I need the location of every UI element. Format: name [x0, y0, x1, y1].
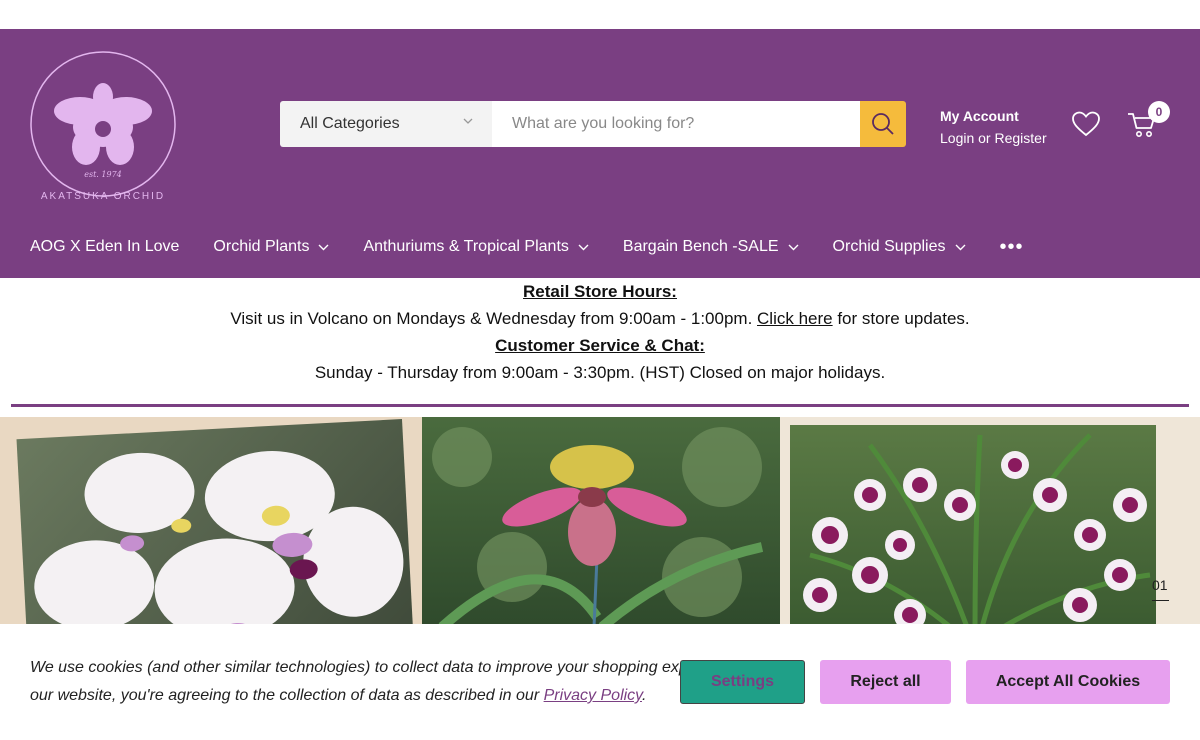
- nav-item-label: AOG X Eden In Love: [30, 238, 180, 255]
- cookie-settings-button[interactable]: Settings: [680, 660, 805, 704]
- chevron-down-icon: [578, 244, 589, 251]
- nav-item-label: Orchid Plants: [213, 238, 310, 255]
- hero-photo-paphiopedilum: [422, 417, 780, 627]
- search-button[interactable]: [860, 101, 906, 147]
- store-hours-heading: Retail Store Hours:: [523, 282, 677, 301]
- nav-item-label: Orchid Supplies: [832, 238, 946, 255]
- customer-service-text: Sunday - Thursday from 9:00am - 3:30pm. …: [314, 363, 886, 382]
- category-select[interactable]: All Categories: [280, 101, 492, 147]
- site-header: est. 1974 AKATSUKA ORCHID All Categories…: [0, 29, 1200, 278]
- nav-item-anthuriums[interactable]: Anthuriums & Tropical Plants: [363, 238, 589, 256]
- wishlist-heart-icon[interactable]: [1072, 111, 1100, 137]
- customer-service-heading: Customer Service & Chat:: [495, 336, 705, 355]
- account-login-link[interactable]: Login or Register: [940, 127, 1047, 149]
- store-hours-text-end: for store updates.: [832, 309, 970, 328]
- search-input[interactable]: [492, 101, 860, 147]
- nav-item-aog-eden[interactable]: AOG X Eden In Love: [30, 238, 179, 256]
- accept-all-cookies-button[interactable]: Accept All Cookies: [966, 660, 1170, 704]
- nav-more-icon[interactable]: •••: [1000, 236, 1024, 259]
- reject-all-button[interactable]: Reject all: [820, 660, 951, 704]
- search-bar: All Categories: [280, 101, 906, 147]
- search-icon: [872, 113, 894, 135]
- chevron-down-icon: [463, 118, 473, 124]
- hero-photo-cattleya: [16, 419, 414, 627]
- nav-item-label: Anthuriums & Tropical Plants: [363, 238, 569, 255]
- hero-photo-miltoniopsis: [790, 425, 1156, 627]
- nav-item-bargain-bench[interactable]: Bargain Bench -SALE: [623, 238, 799, 256]
- cookie-banner: We use cookies (and other similar techno…: [0, 624, 1200, 740]
- store-notice: Retail Store Hours: Visit us in Volcano …: [0, 278, 1200, 386]
- account-title: My Account: [940, 108, 1019, 124]
- store-updates-link[interactable]: Click here: [757, 309, 833, 328]
- privacy-policy-link[interactable]: Privacy Policy: [544, 687, 642, 704]
- nav-item-orchid-plants[interactable]: Orchid Plants: [213, 238, 329, 256]
- slide-indicator-line[interactable]: [1152, 600, 1169, 601]
- cookie-message-line-2: our website, you're agreeing to the coll…: [30, 687, 544, 704]
- cookie-message-line-1: We use cookies (and other similar techno…: [30, 659, 688, 676]
- category-select-value: All Categories: [300, 115, 400, 132]
- cookie-message-period: .: [641, 687, 647, 704]
- nav-item-orchid-supplies[interactable]: Orchid Supplies: [833, 238, 966, 256]
- main-nav: AOG X Eden In Love Orchid Plants Anthuri…: [30, 235, 1024, 259]
- brand-logo[interactable]: est. 1974 AKATSUKA ORCHID: [28, 49, 188, 209]
- chevron-down-icon: [318, 244, 329, 251]
- top-strip: [0, 0, 1200, 29]
- brand-name: AKATSUKA ORCHID: [41, 191, 165, 202]
- notice-divider: [11, 404, 1189, 407]
- account-menu[interactable]: My Account Login or Register: [940, 105, 1047, 149]
- hero-banner[interactable]: [0, 417, 1200, 627]
- slide-number: 01: [1152, 577, 1168, 593]
- cart-count-badge: 0: [1148, 101, 1170, 123]
- chevron-down-icon: [788, 244, 799, 251]
- nav-item-label: Bargain Bench -SALE: [622, 238, 779, 255]
- brand-est: est. 1974: [84, 170, 122, 179]
- store-hours-text: Visit us in Volcano on Mondays & Wednesd…: [230, 309, 758, 328]
- chevron-down-icon: [955, 244, 965, 251]
- cookie-message: We use cookies (and other similar techno…: [30, 654, 690, 710]
